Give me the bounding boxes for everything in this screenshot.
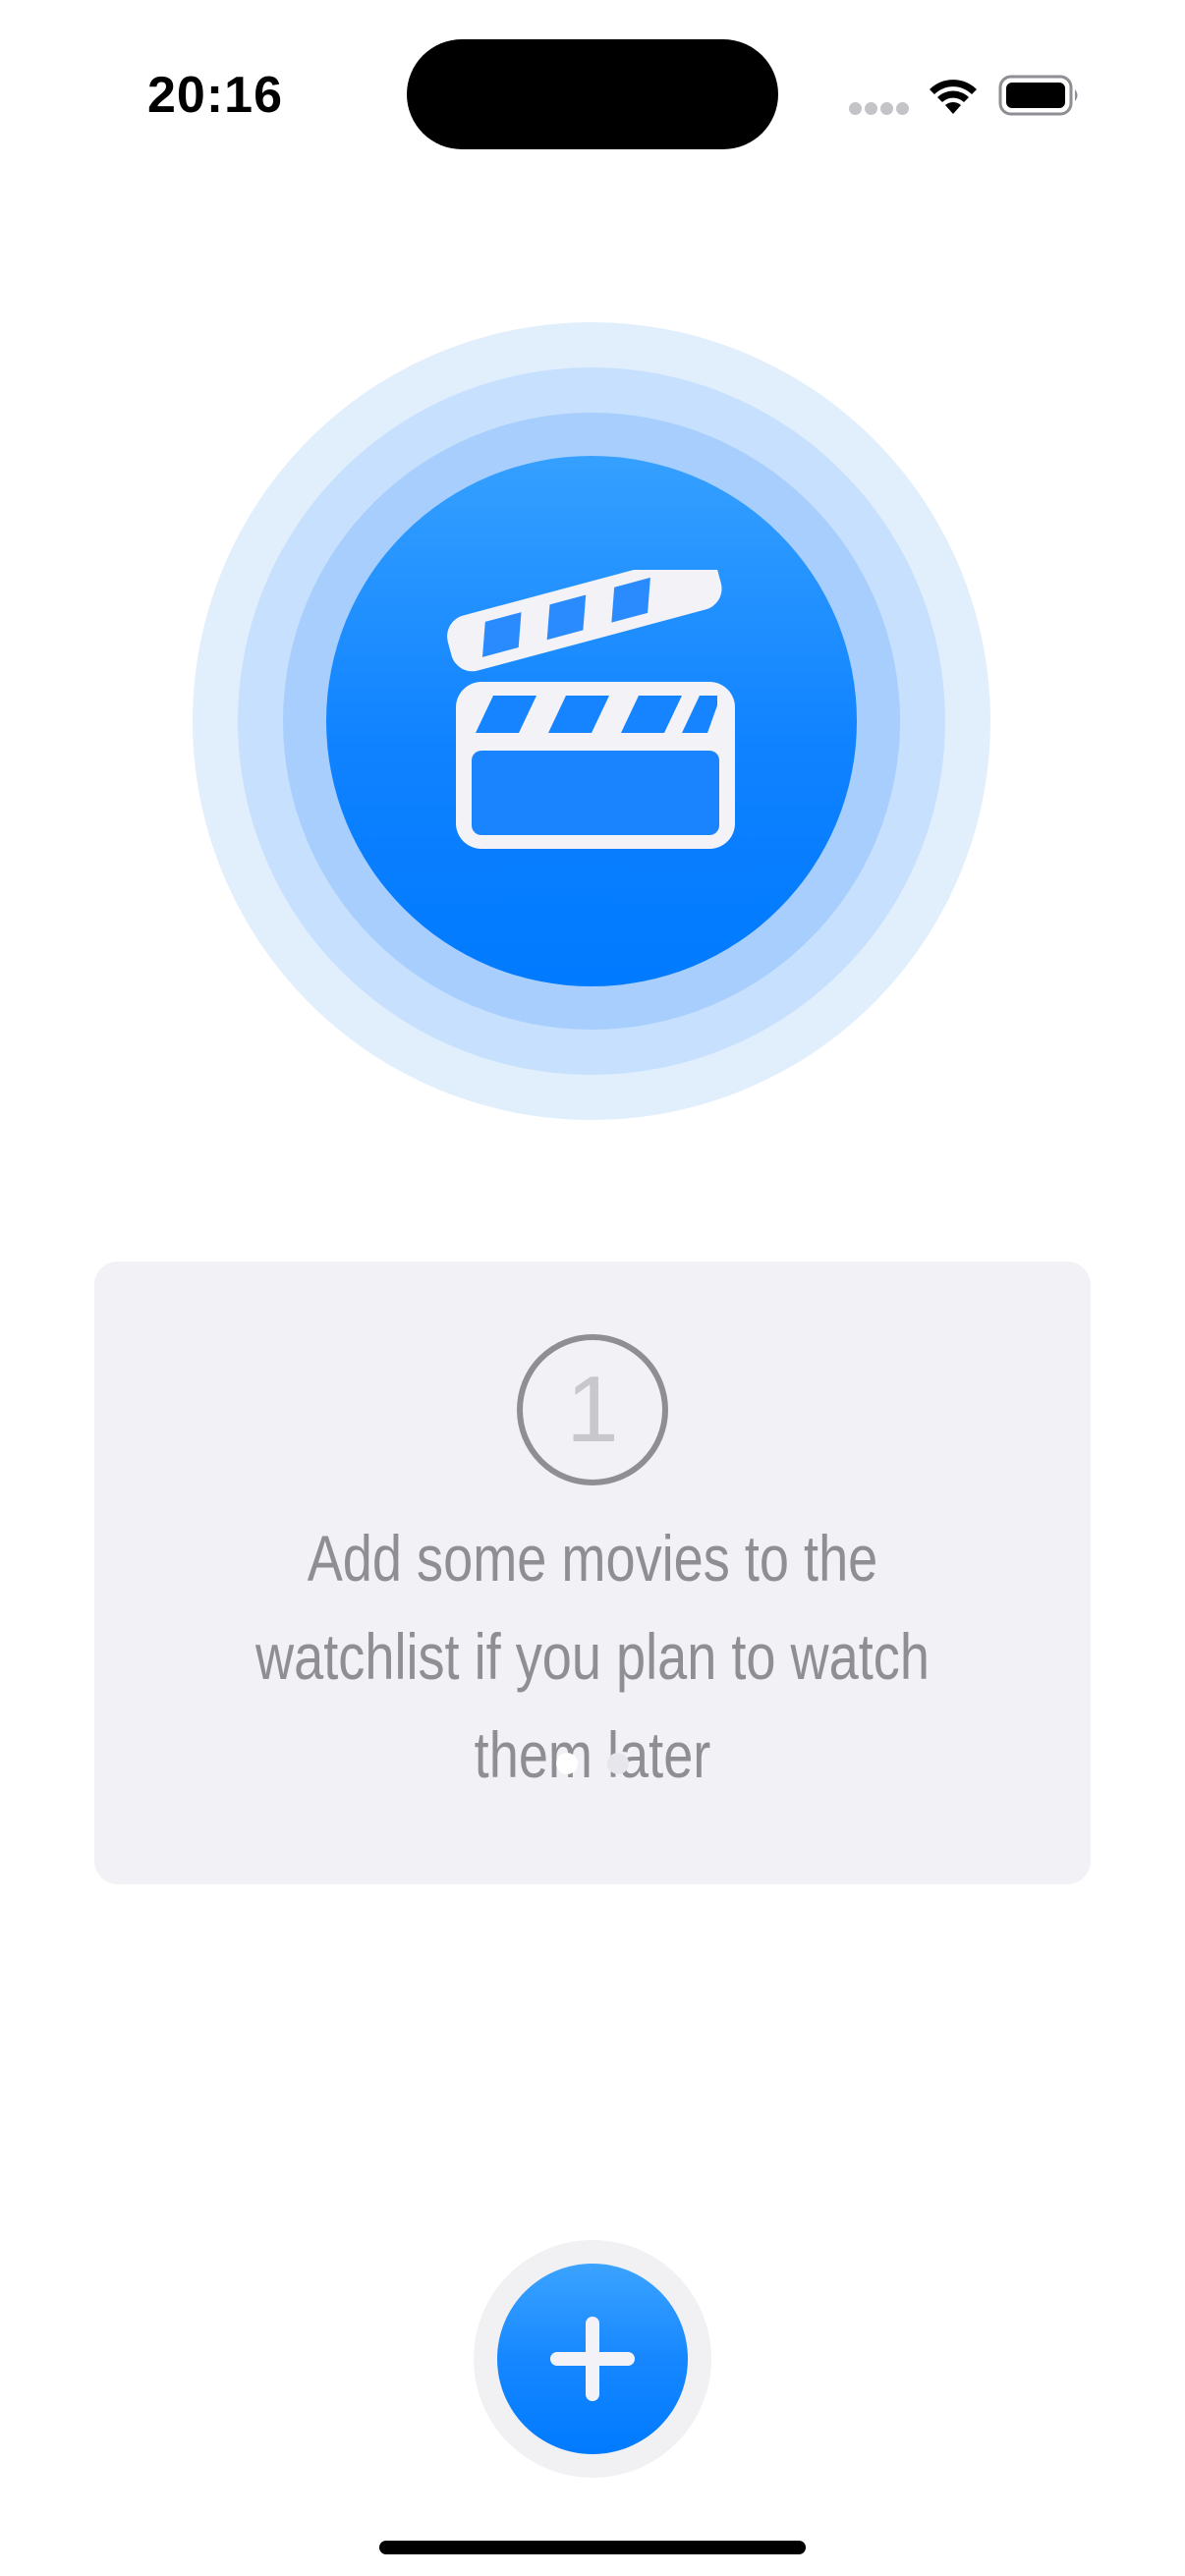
status-time: 20:16 bbox=[147, 67, 283, 124]
page-indicator[interactable] bbox=[552, 1753, 631, 1776]
dynamic-island bbox=[407, 39, 778, 149]
battery-icon bbox=[998, 75, 1078, 116]
clapperboard-icon bbox=[447, 570, 735, 849]
onboarding-tip-card[interactable]: 1 Add some movies to the watchlist if yo… bbox=[94, 1261, 1091, 1884]
plus-icon bbox=[550, 2317, 635, 2401]
watchlist-empty-screen: 20:16 1 Add some movies to the watchlist… bbox=[0, 0, 1185, 2576]
cellular-signal-icon bbox=[849, 102, 910, 116]
wifi-icon bbox=[930, 80, 977, 114]
home-indicator[interactable] bbox=[379, 2541, 806, 2554]
page-dot-active[interactable] bbox=[556, 1753, 578, 1774]
add-movie-button[interactable] bbox=[497, 2264, 688, 2454]
step-number-badge: 1 bbox=[517, 1334, 668, 1485]
page-dot-inactive[interactable] bbox=[607, 1753, 629, 1774]
